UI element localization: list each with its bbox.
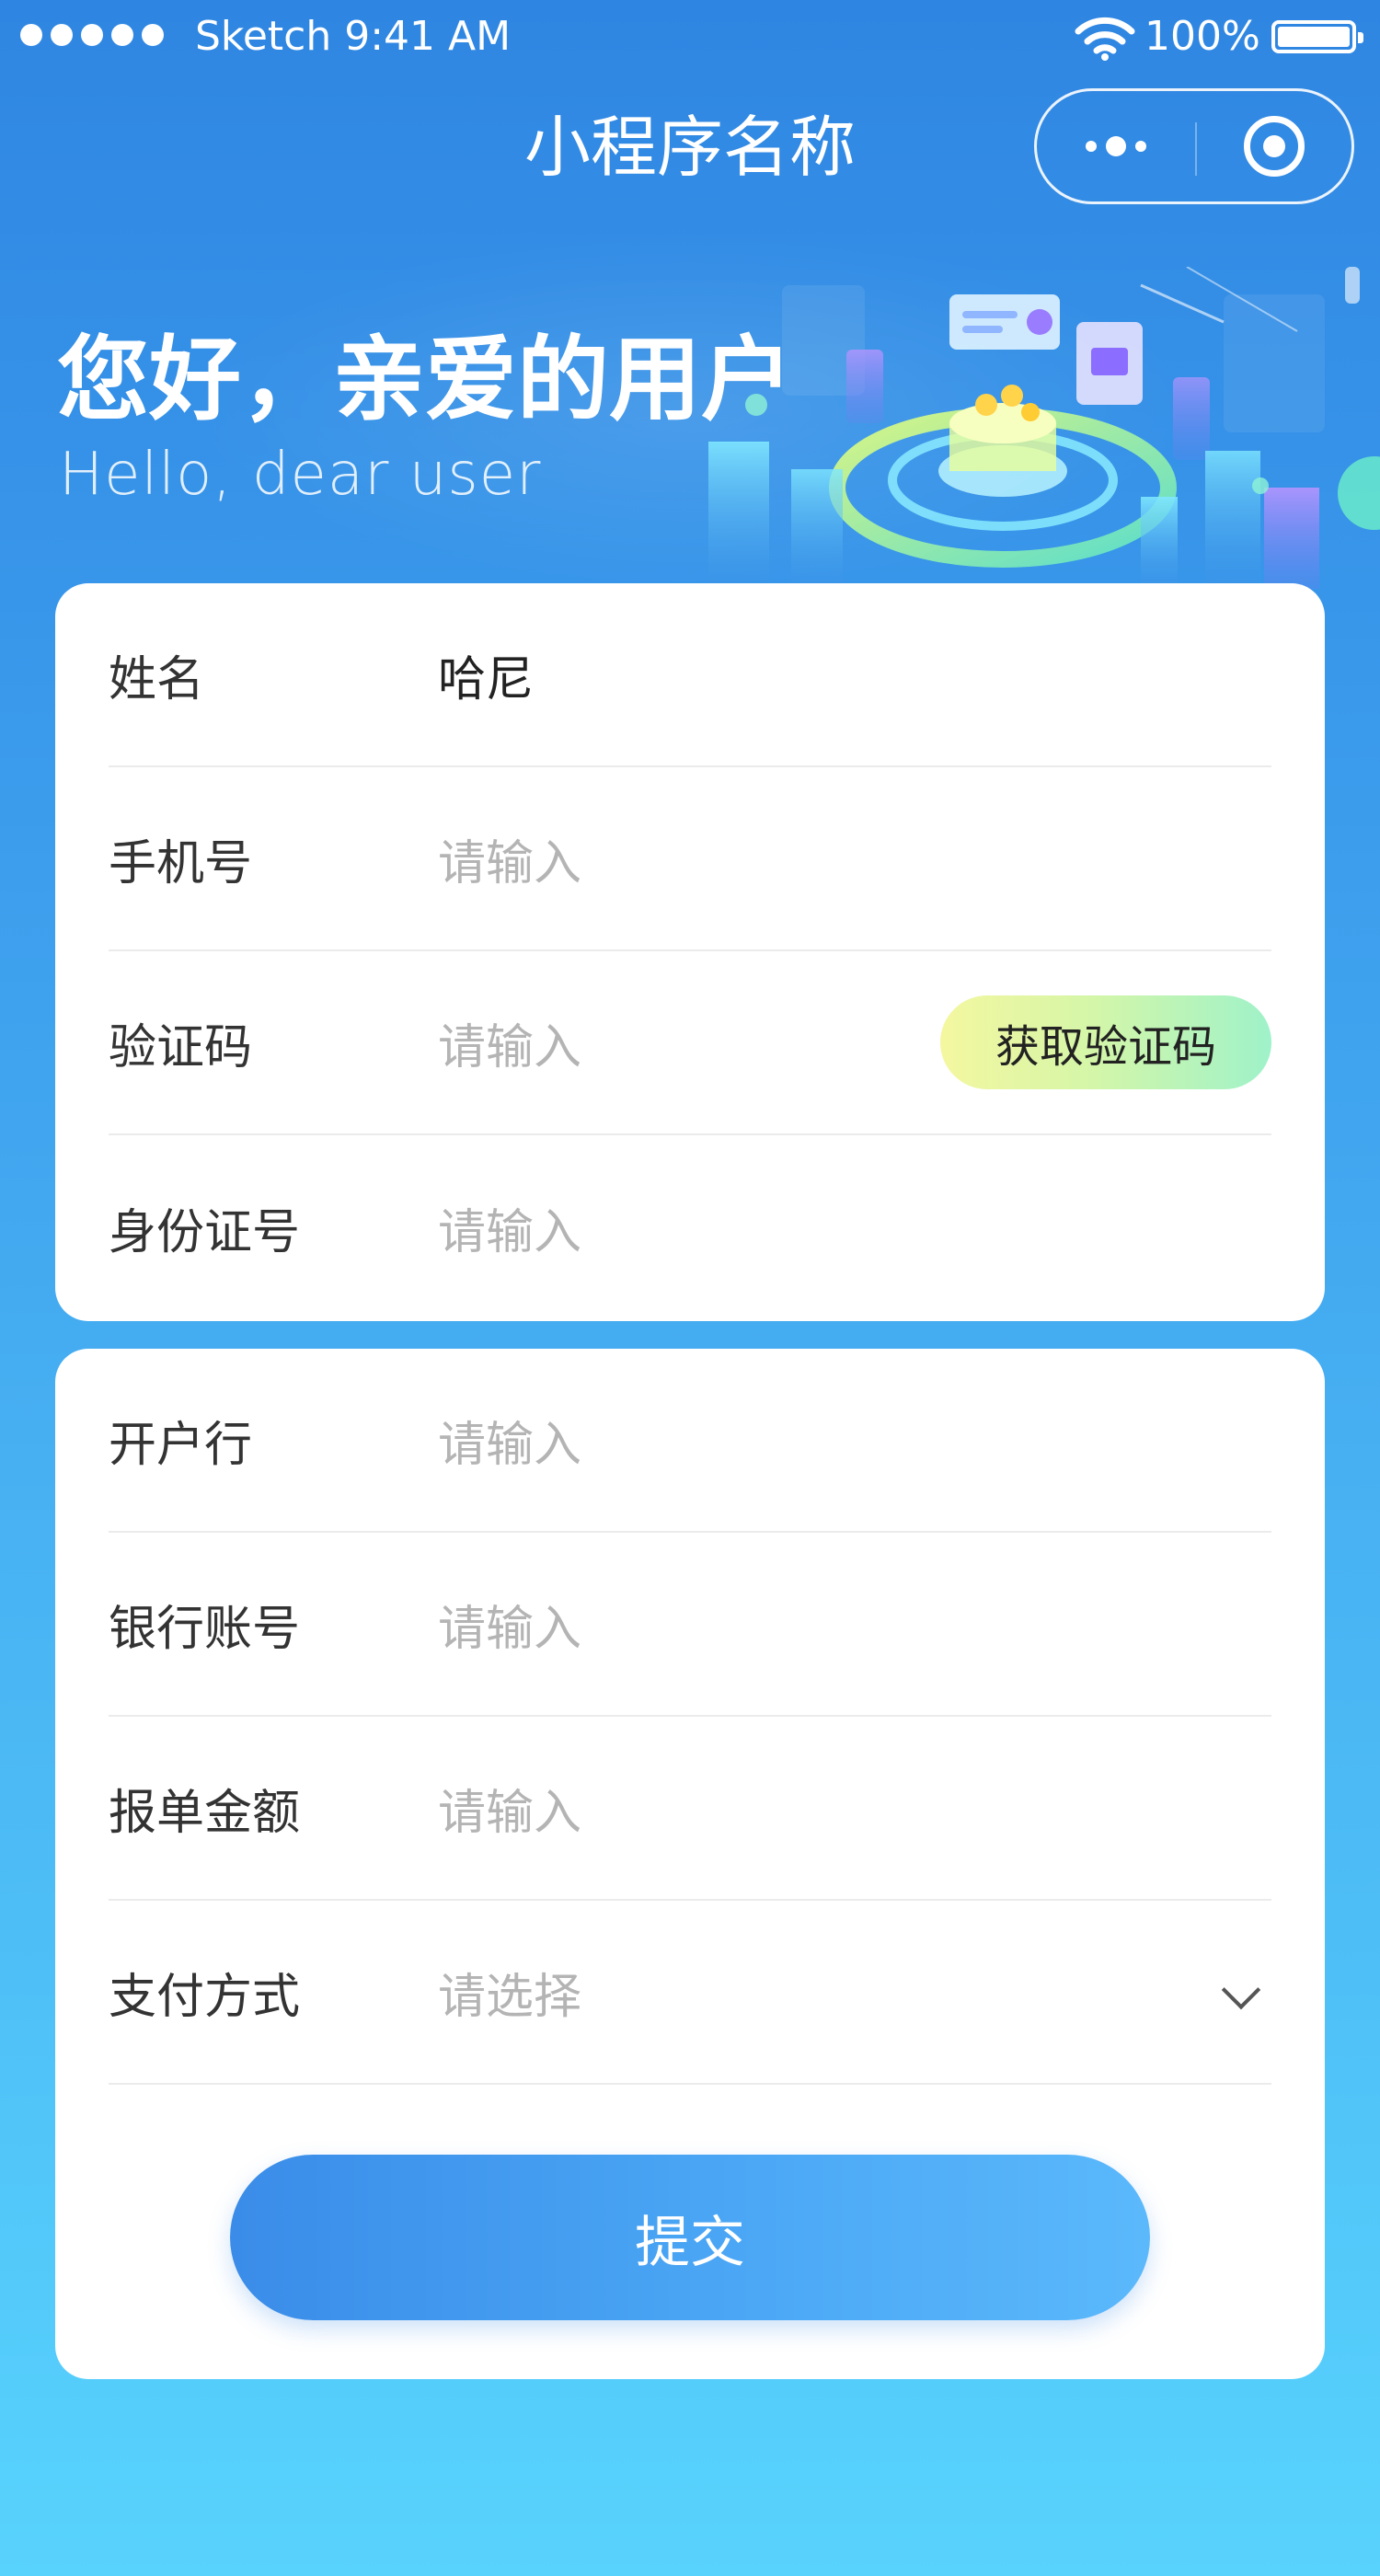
bank-account-field[interactable]: 银行账号 请输入 [109, 1533, 1271, 1717]
banner-illustration [708, 267, 1380, 589]
field-label: 报单金额 [109, 1785, 301, 1841]
field-label: 姓名 [109, 651, 205, 707]
field-label: 手机号 [109, 835, 253, 891]
personal-info-card: 姓名 哈尼 手机号 请输入 验证码 请输入 获取验证码 身份证号 请输入 [55, 583, 1325, 1321]
bank-info-card: 开户行 请输入 银行账号 请输入 报单金额 请输入 支付方式 请选择 提交 [55, 1349, 1325, 2379]
carrier-time: Sketch 9:41 AM [195, 13, 512, 60]
amount-field[interactable]: 报单金额 请输入 [109, 1717, 1271, 1901]
chevron-down-icon[interactable] [1221, 1970, 1261, 2010]
verification-code-input[interactable]: 请输入 [438, 1008, 581, 1077]
target-close-icon[interactable] [1197, 91, 1351, 201]
battery-percent: 100% [1144, 13, 1260, 60]
id-number-input[interactable]: 请输入 [438, 1193, 581, 1262]
payment-method-select[interactable]: 支付方式 请选择 [109, 1901, 1271, 2085]
wifi-icon [1075, 17, 1135, 64]
id-number-field[interactable]: 身份证号 请输入 [109, 1135, 1271, 1319]
bank-branch-field[interactable]: 开户行 请输入 [109, 1349, 1271, 1533]
amount-input[interactable]: 请输入 [438, 1774, 581, 1843]
signal-dots-icon [20, 24, 164, 46]
field-label: 支付方式 [109, 1969, 301, 2025]
field-label: 银行账号 [109, 1601, 301, 1657]
bank-account-input[interactable]: 请输入 [438, 1590, 581, 1659]
battery-icon [1271, 20, 1363, 53]
name-field[interactable]: 姓名 哈尼 [109, 583, 1271, 767]
verification-code-field[interactable]: 验证码 请输入 获取验证码 [109, 951, 1271, 1135]
menu-capsule [1034, 88, 1354, 204]
status-bar: Sketch 9:41 AM 100% [0, 0, 1380, 74]
phone-field[interactable]: 手机号 请输入 [109, 767, 1271, 951]
phone-input[interactable]: 请输入 [438, 824, 581, 893]
greeting-subtitle: Hello, dear user [59, 441, 542, 509]
bank-branch-input[interactable]: 请输入 [438, 1406, 581, 1475]
payment-method-value[interactable]: 请选择 [438, 1958, 581, 2027]
submit-button[interactable]: 提交 [230, 2155, 1150, 2320]
name-input-value[interactable]: 哈尼 [438, 640, 534, 709]
field-label: 身份证号 [109, 1204, 301, 1260]
field-label: 验证码 [109, 1019, 253, 1075]
more-dots-icon[interactable] [1037, 91, 1195, 201]
get-code-button[interactable]: 获取验证码 [940, 995, 1271, 1089]
greeting-title: 您好，亲爱的用户 [57, 326, 793, 433]
field-label: 开户行 [109, 1417, 253, 1473]
